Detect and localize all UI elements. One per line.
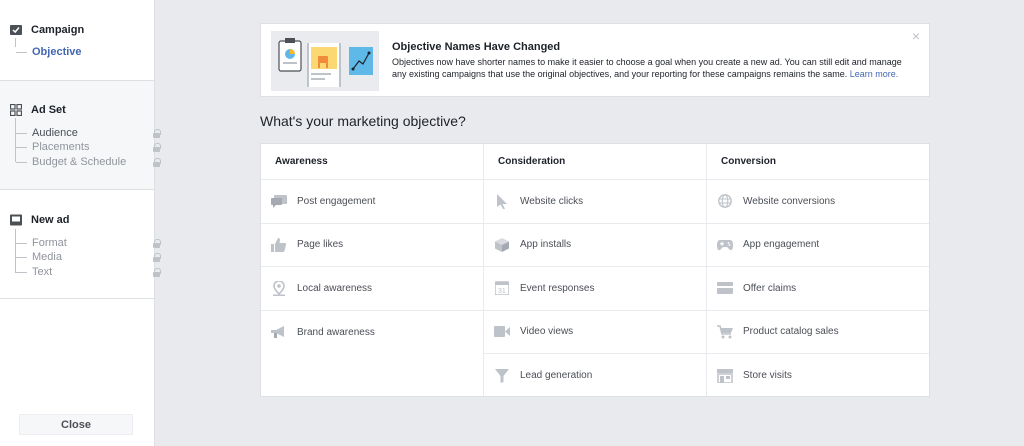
close-button[interactable]: Close — [19, 414, 133, 435]
map-pin-icon — [270, 280, 287, 296]
svg-text:31: 31 — [498, 288, 506, 295]
objective-store-visits[interactable]: Store visits — [707, 354, 929, 398]
sidebar-item-label: Format — [32, 237, 67, 249]
megaphone-icon — [270, 325, 287, 339]
gamepad-icon — [716, 238, 733, 252]
objective-website-clicks[interactable]: Website clicks — [484, 180, 706, 224]
objective-product-catalog-sales[interactable]: Product catalog sales — [707, 311, 929, 354]
objective-event-responses[interactable]: 31 Event responses — [484, 267, 706, 311]
sidebar-item-label: Audience — [32, 127, 78, 139]
column-consideration: Consideration Website clicks App install… — [484, 144, 707, 396]
objective-local-awareness[interactable]: Local awareness — [261, 267, 483, 311]
column-heading: Consideration — [484, 144, 706, 180]
funnel-icon — [493, 368, 510, 383]
objective-label: Local awareness — [297, 282, 373, 294]
objective-label: App installs — [520, 239, 572, 251]
sidebar-section-new-ad: New ad Format Media Text — [0, 190, 161, 299]
tree-line — [15, 118, 16, 162]
cursor-icon — [493, 193, 510, 209]
objective-app-engagement[interactable]: App engagement — [707, 224, 929, 267]
lock-icon — [153, 129, 161, 138]
calendar-icon: 31 — [493, 281, 510, 296]
objective-label: Page likes — [297, 239, 344, 251]
column-heading: Conversion — [707, 144, 929, 180]
objective-video-views[interactable]: Video views — [484, 311, 706, 354]
lock-icon — [153, 268, 161, 277]
banner-close-icon[interactable]: × — [912, 28, 920, 44]
sidebar-item-label: Objective — [32, 46, 82, 58]
sidebar-item-audience[interactable]: Audience — [16, 126, 161, 140]
sidebar-heading-label: New ad — [31, 214, 70, 226]
learn-more-link[interactable]: Learn more. — [850, 69, 899, 79]
sidebar-heading-campaign[interactable]: Campaign — [10, 24, 84, 36]
objective-post-engagement[interactable]: Post engagement — [261, 180, 483, 224]
objective-label: App engagement — [743, 239, 820, 251]
tree-line — [15, 38, 16, 47]
objective-label: Website conversions — [743, 195, 836, 207]
sidebar-item-label: Placements — [32, 141, 90, 153]
page-title: What's your marketing objective? — [260, 113, 466, 129]
tree-line — [15, 229, 16, 273]
sidebar-section-adset: Ad Set Audience Placements Budget & Sche… — [0, 81, 161, 190]
video-camera-icon — [493, 325, 510, 339]
sidebar-item-media[interactable]: Media — [16, 250, 161, 264]
sidebar-item-budget-schedule[interactable]: Budget & Schedule — [16, 155, 161, 169]
globe-icon — [716, 194, 733, 209]
shopping-cart-icon — [716, 324, 733, 339]
notice-banner: Objective Names Have Changed Objectives … — [260, 23, 930, 97]
sidebar-item-label: Text — [32, 266, 53, 278]
ad-preview-icon — [10, 214, 22, 226]
objective-lead-generation[interactable]: Lead generation — [484, 354, 706, 398]
objective-website-conversions[interactable]: Website conversions — [707, 180, 929, 224]
objective-label: Event responses — [520, 282, 595, 294]
lock-icon — [153, 158, 161, 167]
objective-brand-awareness[interactable]: Brand awareness — [261, 311, 483, 355]
sidebar-heading-new-ad[interactable]: New ad — [10, 214, 70, 226]
sidebar-item-text[interactable]: Text — [16, 265, 161, 279]
thumbs-up-icon — [270, 237, 287, 252]
speech-bubbles-icon — [270, 194, 287, 208]
objective-label: Lead generation — [520, 370, 593, 382]
sidebar-heading-adset[interactable]: Ad Set — [9, 103, 66, 117]
objective-label: Website clicks — [520, 195, 584, 207]
banner-body-text: Objectives now have shorter names to mak… — [392, 57, 902, 79]
sidebar-item-label: Budget & Schedule — [32, 156, 127, 168]
column-awareness: Awareness Post engagement Page likes Loc… — [261, 144, 484, 396]
coupon-icon — [716, 281, 733, 295]
objective-label: Brand awareness — [297, 326, 375, 338]
lock-icon — [153, 253, 161, 262]
box-icon — [493, 237, 510, 252]
checkbox-folder-icon — [10, 24, 22, 36]
sidebar-item-placements[interactable]: Placements — [16, 140, 161, 154]
objective-label: Offer claims — [743, 282, 797, 294]
banner-illustration-icon — [271, 31, 379, 91]
objective-label: Store visits — [743, 370, 792, 382]
objective-page-likes[interactable]: Page likes — [261, 224, 483, 267]
objective-app-installs[interactable]: App installs — [484, 224, 706, 267]
objective-offer-claims[interactable]: Offer claims — [707, 267, 929, 311]
lock-icon — [153, 239, 161, 248]
objective-label: Product catalog sales — [743, 326, 839, 338]
sidebar-item-label: Media — [32, 251, 62, 263]
column-heading: Awareness — [261, 144, 483, 180]
objective-label: Post engagement — [297, 195, 376, 207]
sidebar-item-format[interactable]: Format — [16, 236, 161, 250]
sidebar-section-campaign: Campaign Objective — [0, 0, 154, 81]
lock-icon — [153, 143, 161, 152]
grid-icon — [9, 103, 23, 117]
column-conversion: Conversion Website conversions App engag… — [707, 144, 929, 396]
objective-grid: Awareness Post engagement Page likes Loc… — [260, 143, 930, 397]
sidebar: Campaign Objective Ad Set Audience Place… — [0, 0, 161, 446]
sidebar-heading-label: Campaign — [31, 24, 85, 36]
sidebar-item-objective[interactable]: Objective — [16, 45, 160, 59]
sidebar-heading-label: Ad Set — [31, 104, 66, 116]
banner-title: Objective Names Have Changed — [392, 41, 561, 53]
objective-label: Video views — [520, 326, 574, 338]
store-icon — [716, 368, 733, 383]
banner-body: Objectives now have shorter names to mak… — [392, 56, 912, 80]
